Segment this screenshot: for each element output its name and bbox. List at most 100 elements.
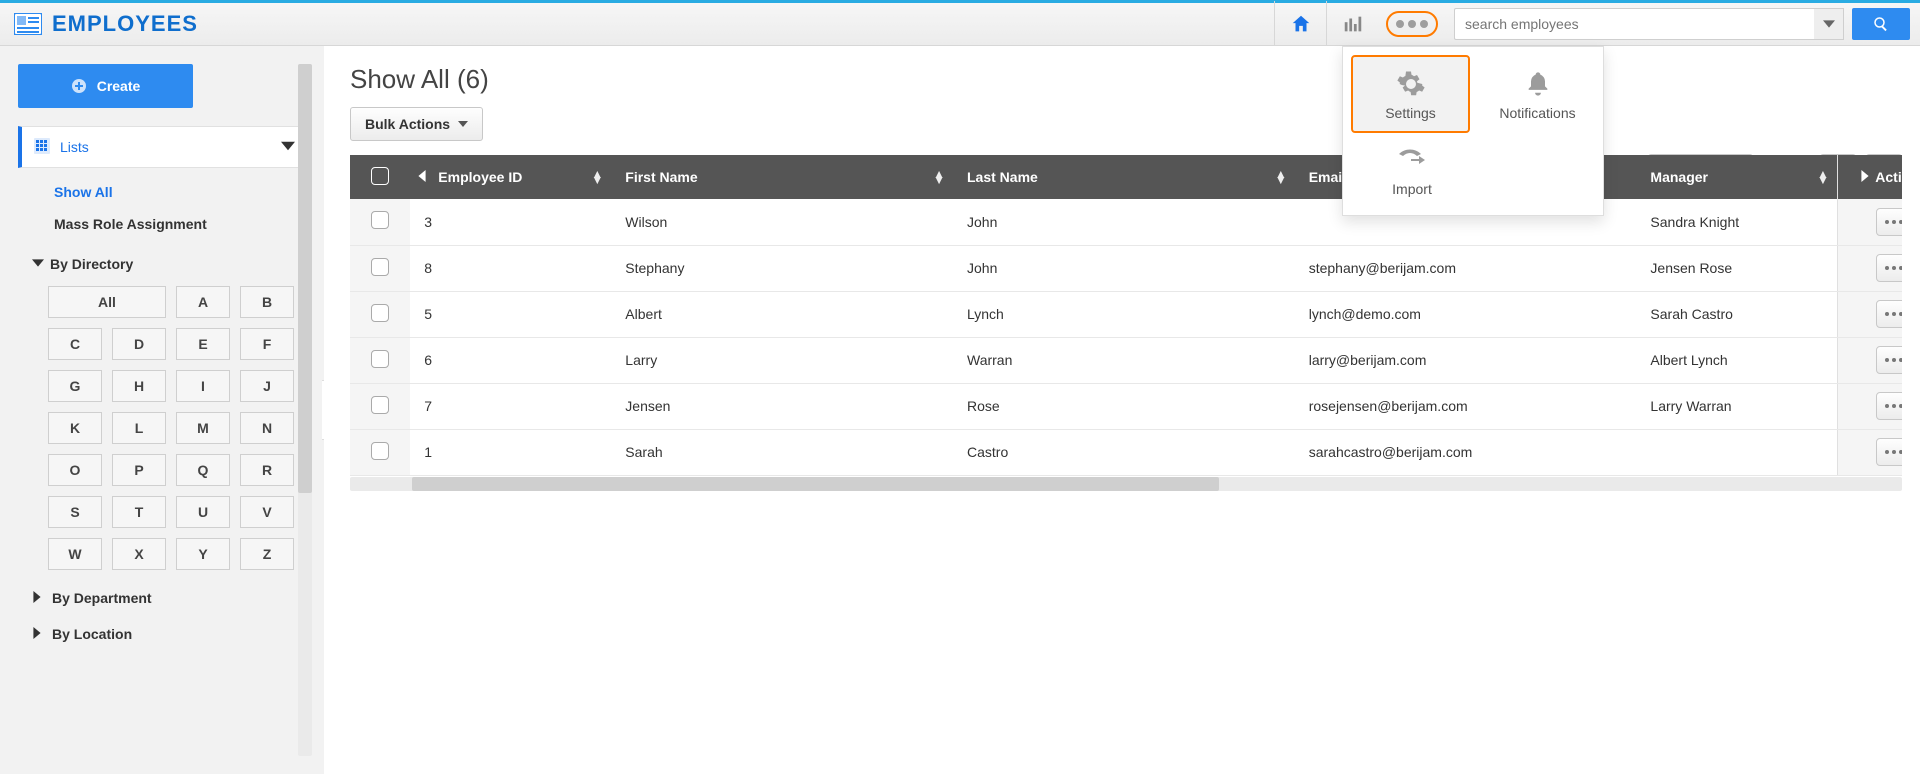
letter-u[interactable]: U <box>176 496 230 528</box>
row-actions-button[interactable] <box>1876 438 1902 466</box>
row-select[interactable] <box>350 199 410 245</box>
sort-icon: ▲▼ <box>1817 171 1829 183</box>
search-input[interactable] <box>1454 8 1814 40</box>
cell-actions <box>1837 199 1902 245</box>
col-manager-label: Manager <box>1650 169 1708 185</box>
cell-id: 3 <box>410 199 611 245</box>
cell-manager: Albert Lynch <box>1636 337 1837 383</box>
letter-j[interactable]: J <box>240 370 294 402</box>
search-filter-dropdown[interactable] <box>1814 8 1844 40</box>
letter-n[interactable]: N <box>240 412 294 444</box>
bulk-actions-button[interactable]: Bulk Actions <box>350 107 483 141</box>
checkbox-icon <box>371 211 389 229</box>
table-hscroll[interactable] <box>350 477 1902 491</box>
create-button[interactable]: Create <box>18 64 193 108</box>
letter-e[interactable]: E <box>176 328 230 360</box>
row-select[interactable] <box>350 383 410 429</box>
import-icon <box>1397 143 1427 177</box>
letter-i[interactable]: I <box>176 370 230 402</box>
row-select[interactable] <box>350 291 410 337</box>
row-select[interactable] <box>350 337 410 383</box>
by-directory-label: By Directory <box>50 256 133 272</box>
letter-m[interactable]: M <box>176 412 230 444</box>
cell-last: Castro <box>953 429 1295 475</box>
letter-o[interactable]: O <box>48 454 102 486</box>
dropdown-notifications[interactable]: Notifications <box>1480 55 1595 133</box>
row-actions-button[interactable] <box>1876 346 1902 374</box>
letter-p[interactable]: P <box>112 454 166 486</box>
col-last-name[interactable]: Last Name▲▼ <box>953 155 1295 199</box>
letter-f[interactable]: F <box>240 328 294 360</box>
gear-icon <box>1396 67 1426 101</box>
dropdown-settings[interactable]: Settings <box>1351 55 1470 133</box>
bulk-actions-label: Bulk Actions <box>365 116 450 132</box>
letter-x[interactable]: X <box>112 538 166 570</box>
sidebar-show-all[interactable]: Show All <box>54 176 308 208</box>
cell-first: Jensen <box>611 383 953 429</box>
by-directory-toggle[interactable]: By Directory <box>18 248 308 276</box>
letter-l[interactable]: L <box>112 412 166 444</box>
letter-h[interactable]: H <box>112 370 166 402</box>
row-actions-button[interactable] <box>1876 392 1902 420</box>
col-actions: Actions <box>1837 155 1902 199</box>
letter-y[interactable]: Y <box>176 538 230 570</box>
letter-d[interactable]: D <box>112 328 166 360</box>
letter-r[interactable]: R <box>240 454 294 486</box>
cell-manager <box>1636 429 1837 475</box>
checkbox-icon <box>371 167 389 185</box>
col-select-all[interactable] <box>350 155 410 199</box>
dropdown-import[interactable]: Import <box>1351 133 1473 207</box>
checkbox-icon <box>371 304 389 322</box>
letter-z[interactable]: Z <box>240 538 294 570</box>
letter-v[interactable]: V <box>240 496 294 528</box>
letter-a[interactable]: A <box>176 286 230 318</box>
letter-s[interactable]: S <box>48 496 102 528</box>
col-email-label: Email <box>1309 169 1346 185</box>
cell-manager: Larry Warran <box>1636 383 1837 429</box>
checkbox-icon <box>371 442 389 460</box>
search-wrap <box>1454 1 1910 47</box>
more-menu-button[interactable] <box>1386 11 1438 37</box>
row-select[interactable] <box>350 245 410 291</box>
col-first-name[interactable]: First Name▲▼ <box>611 155 953 199</box>
letter-c[interactable]: C <box>48 328 102 360</box>
col-employee-id[interactable]: Employee ID ▲▼ <box>410 155 611 199</box>
table-row: 1SarahCastrosarahcastro@berijam.com <box>350 429 1902 475</box>
checkbox-icon <box>371 350 389 368</box>
table-row: 3WilsonJohnSandra Knight <box>350 199 1902 245</box>
letter-b[interactable]: B <box>240 286 294 318</box>
table-wrap: Employee ID ▲▼ First Name▲▼ Last Name▲▼ … <box>350 155 1902 491</box>
cell-actions <box>1837 337 1902 383</box>
col-manager[interactable]: Manager ▲▼ <box>1636 155 1837 199</box>
letter-g[interactable]: G <box>48 370 102 402</box>
sort-icon: ▲▼ <box>1275 171 1287 183</box>
letter-k[interactable]: K <box>48 412 102 444</box>
letter-w[interactable]: W <box>48 538 102 570</box>
letter-all[interactable]: All <box>48 286 166 318</box>
sidebar-scrollbar[interactable] <box>298 64 312 756</box>
nav-lists[interactable]: Lists <box>18 126 308 168</box>
cell-actions <box>1837 291 1902 337</box>
row-actions-button[interactable] <box>1876 254 1902 282</box>
checkbox-icon <box>371 396 389 414</box>
search-button[interactable] <box>1852 8 1910 40</box>
cell-id: 7 <box>410 383 611 429</box>
analytics-button[interactable] <box>1326 1 1378 47</box>
chevron-right-icon <box>32 626 42 642</box>
dropdown-import-label: Import <box>1392 181 1432 197</box>
by-department-toggle[interactable]: By Department <box>18 578 308 614</box>
by-location-toggle[interactable]: By Location <box>18 614 308 650</box>
letter-q[interactable]: Q <box>176 454 230 486</box>
dropdown-notifications-label: Notifications <box>1499 105 1575 121</box>
sidebar-container: Create Lists Show All Mass Role Assignme… <box>0 46 324 774</box>
row-actions-button[interactable] <box>1876 300 1902 328</box>
cell-id: 5 <box>410 291 611 337</box>
sidebar-mass-role[interactable]: Mass Role Assignment <box>54 208 308 240</box>
row-actions-button[interactable] <box>1876 208 1902 236</box>
by-department-label: By Department <box>52 590 152 606</box>
cell-email: rosejensen@berijam.com <box>1295 383 1637 429</box>
row-select[interactable] <box>350 429 410 475</box>
create-label: Create <box>97 78 141 94</box>
letter-t[interactable]: T <box>112 496 166 528</box>
home-button[interactable] <box>1274 1 1326 47</box>
